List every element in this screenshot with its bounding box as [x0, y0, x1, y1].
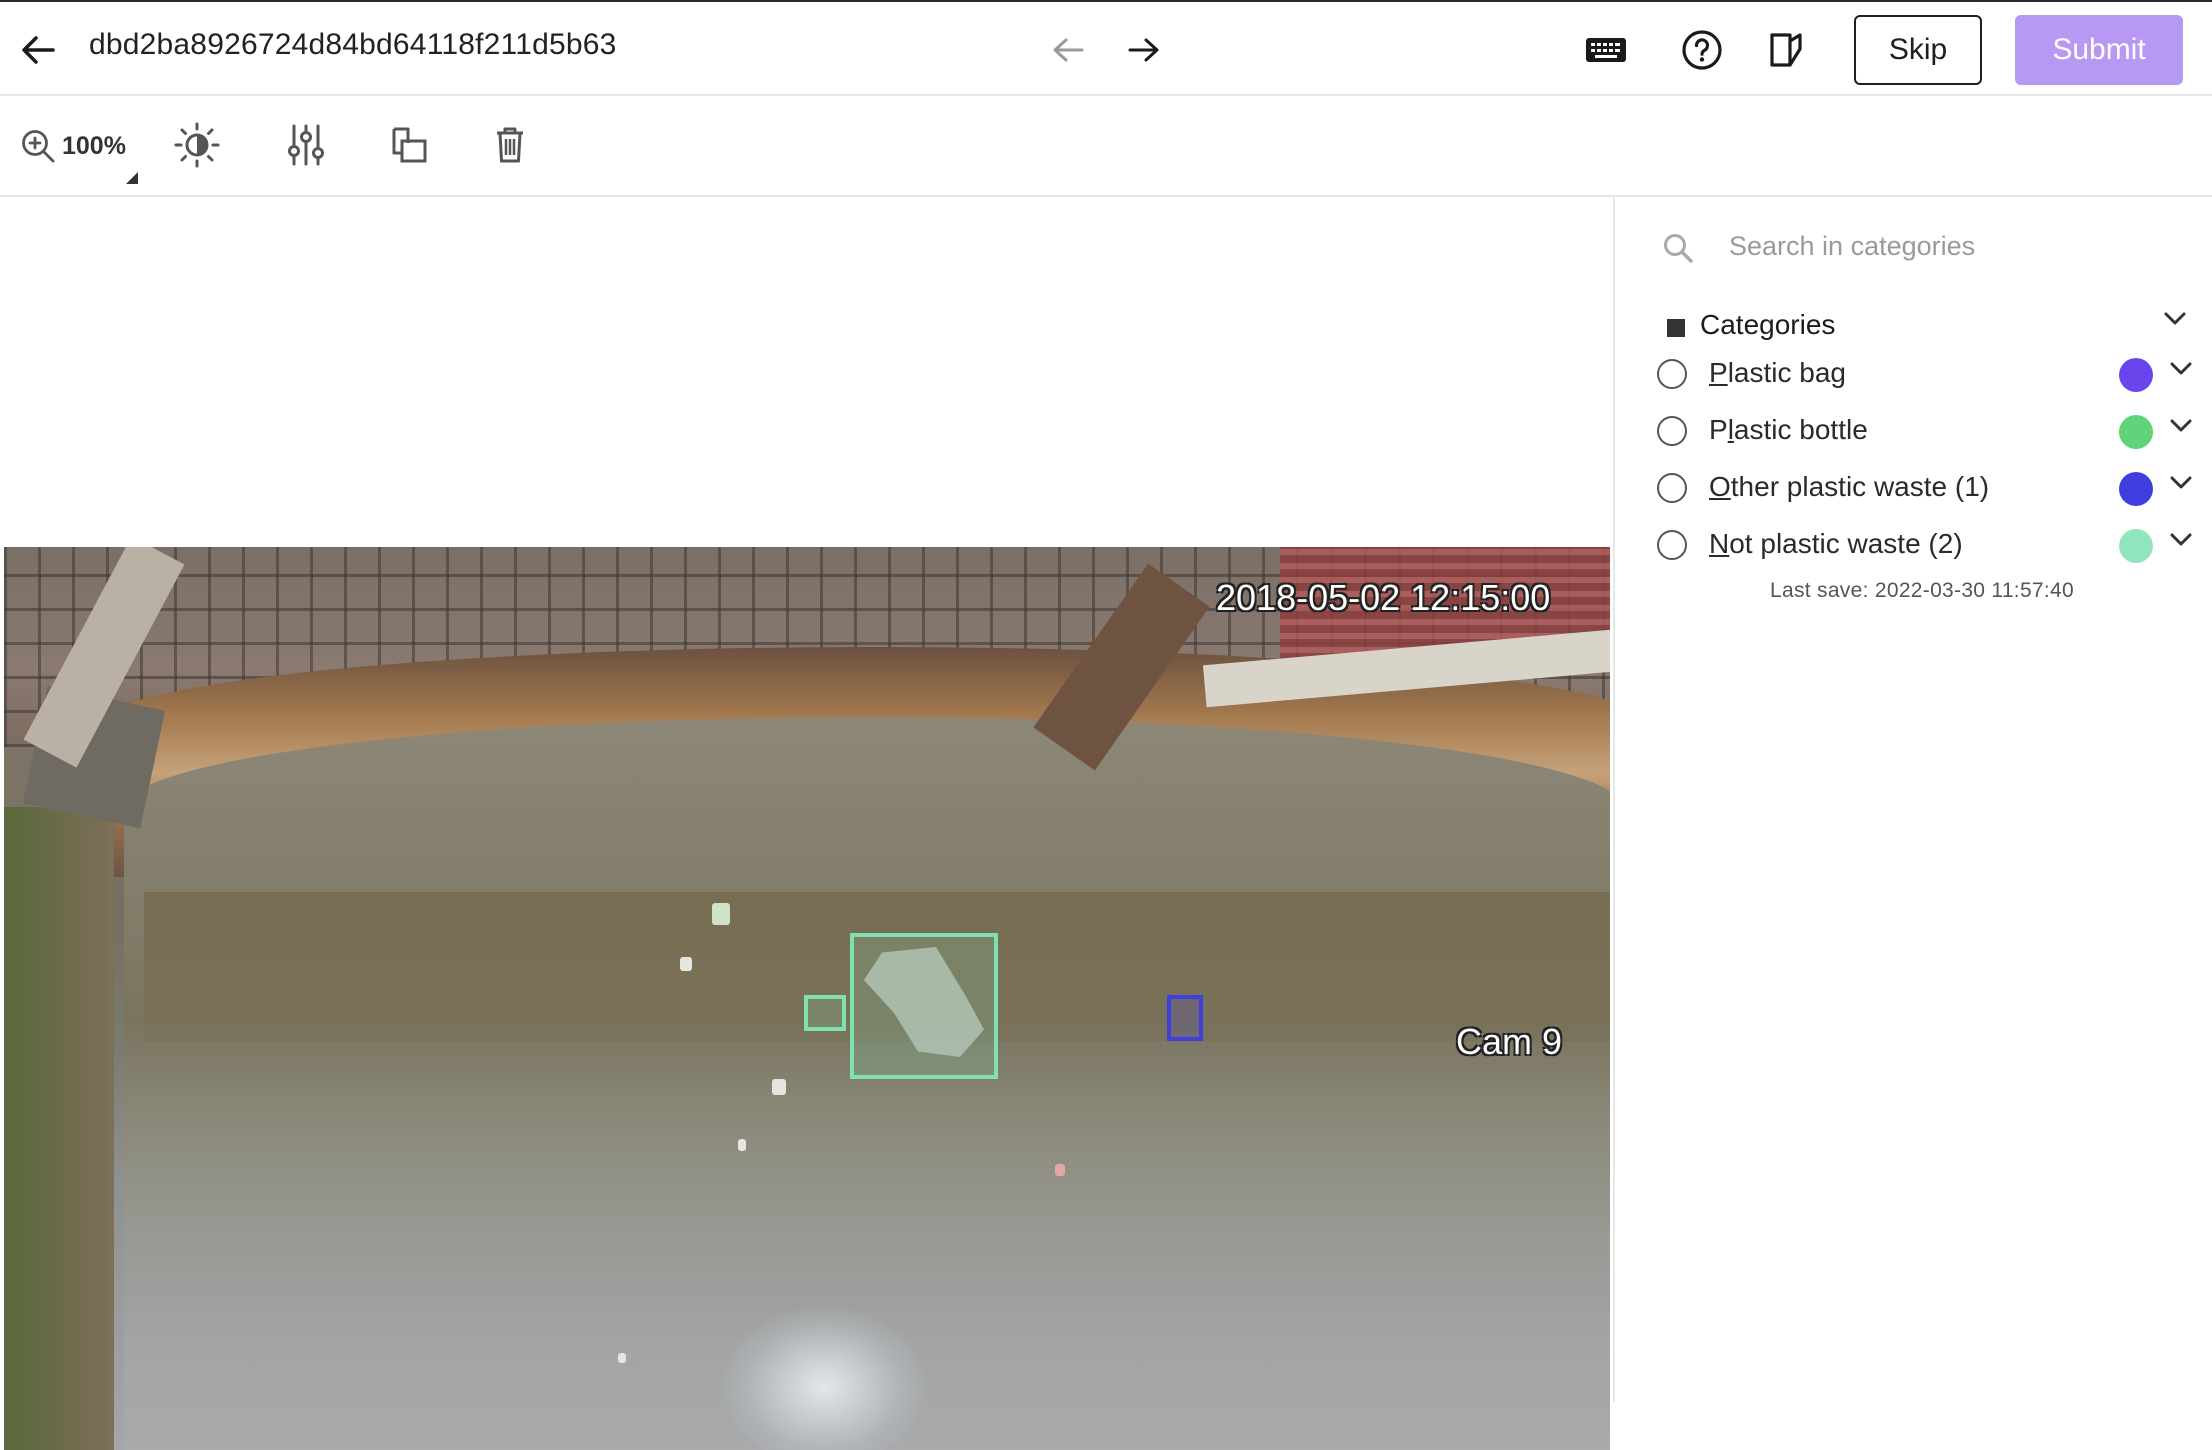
last-save-status: Last save: 2022-03-30 11:57:40 [1770, 579, 2074, 602]
delete-trash-icon[interactable] [490, 122, 530, 168]
review-mode-icon[interactable] [1764, 28, 1808, 72]
category-label: Other plastic waste (1) [1709, 471, 1990, 502]
category-label: Plastic bottle [1709, 414, 1868, 445]
image-debris [738, 1139, 746, 1151]
category-radio[interactable] [1657, 359, 1687, 389]
search-icon [1662, 232, 1694, 269]
bounding-box-not-plastic-large[interactable] [850, 933, 998, 1079]
page-title: dbd2ba8926724d84bd64118f211d5b63 [89, 28, 617, 61]
categories-group-header[interactable]: Categories [1667, 307, 2187, 347]
chevron-down-icon[interactable] [2169, 532, 2193, 553]
category-color-swatch[interactable] [2119, 358, 2153, 392]
categories-header-label: Categories [1700, 309, 1836, 340]
image-debris [772, 1079, 786, 1095]
keyboard-icon[interactable] [1584, 28, 1628, 72]
category-color-swatch[interactable] [2119, 415, 2153, 449]
annotation-canvas[interactable]: 2018-05-02 12:15:00 Cam 9 [0, 197, 1615, 1450]
image-debris [618, 1353, 626, 1363]
image-grass-bank [4, 807, 114, 1450]
category-plastic-bag[interactable]: Plastic bag [1657, 351, 2197, 401]
image-camera-overlay: Cam 9 [1456, 1021, 1563, 1062]
image-debris [1055, 1164, 1065, 1176]
category-other-plastic-waste[interactable]: Other plastic waste (1) [1657, 465, 2197, 515]
chevron-down-icon[interactable] [2169, 361, 2193, 382]
next-item-icon[interactable] [1124, 30, 1164, 70]
skip-button[interactable]: Skip [1854, 15, 1982, 85]
image-debris [712, 903, 730, 925]
zoom-dropdown-corner-icon[interactable] [126, 172, 138, 184]
chevron-down-icon[interactable] [2169, 475, 2193, 496]
categories-sidebar: Categories Plastic bag Plastic bottle Ot… [1617, 197, 2212, 1402]
brightness-contrast-icon[interactable] [172, 120, 222, 170]
previous-item-icon[interactable] [1048, 30, 1088, 70]
category-radio[interactable] [1657, 416, 1687, 446]
zoom-level[interactable]: 100% [62, 132, 126, 161]
category-color-swatch[interactable] [2119, 472, 2153, 506]
copy-paste-icon[interactable] [386, 120, 432, 170]
category-radio[interactable] [1657, 473, 1687, 503]
bounding-box-not-plastic-small[interactable] [804, 995, 846, 1031]
zoom-in-icon[interactable] [18, 126, 58, 166]
category-label: Plastic bag [1709, 357, 1846, 388]
chevron-down-icon[interactable] [2169, 418, 2193, 439]
back-arrow-icon[interactable] [18, 30, 58, 70]
image-timestamp-overlay: 2018-05-02 12:15:00 [1216, 577, 1551, 618]
category-color-swatch[interactable] [2119, 529, 2153, 563]
help-icon[interactable] [1680, 28, 1724, 72]
submit-button[interactable]: Submit [2015, 15, 2183, 85]
image-debris [680, 957, 692, 971]
chevron-down-icon[interactable] [2163, 311, 2187, 332]
adjustments-sliders-icon[interactable] [284, 120, 328, 170]
category-radio[interactable] [1657, 530, 1687, 560]
category-search-input[interactable] [1727, 223, 2161, 269]
category-label: Not plastic waste (2) [1709, 528, 1963, 559]
top-bar: dbd2ba8926724d84bd64118f211d5b63 Skip Su… [0, 0, 2212, 96]
category-plastic-bottle[interactable]: Plastic bottle [1657, 408, 2197, 458]
bounding-box-other-plastic[interactable] [1167, 995, 1203, 1041]
annotated-image[interactable]: 2018-05-02 12:15:00 Cam 9 [4, 547, 1610, 1450]
category-not-plastic-waste[interactable]: Not plastic waste (2) [1657, 522, 2197, 572]
image-toolbar: 100% [0, 96, 2212, 197]
categories-square-icon [1667, 319, 1685, 337]
